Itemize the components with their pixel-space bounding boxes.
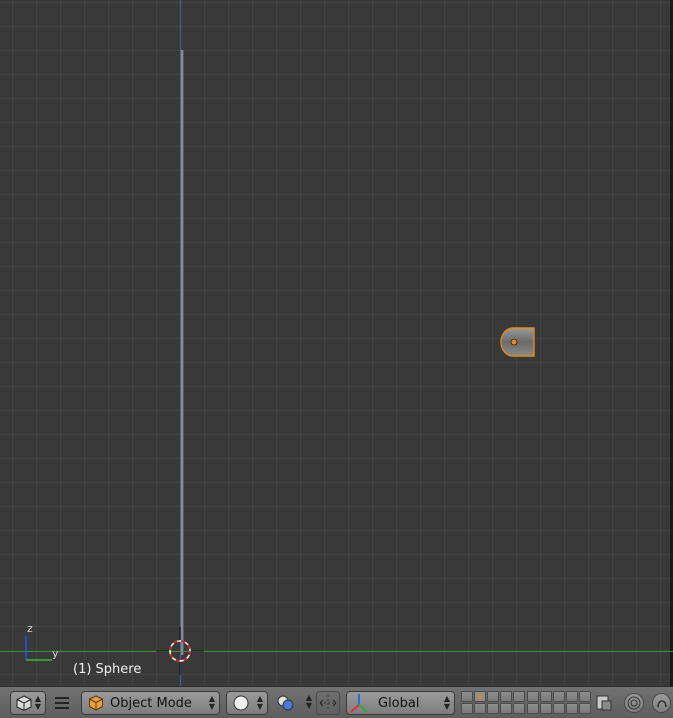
transform-orientation-dropdown[interactable]: Global ▲ ▼: [346, 691, 455, 715]
thin-plane-object[interactable]: [181, 50, 184, 655]
transform-axes-icon: [350, 694, 368, 713]
layer-button[interactable]: [553, 703, 565, 714]
layer-button[interactable]: [579, 691, 591, 702]
manipulator-icon: [319, 695, 337, 711]
pivot-point-dropdown[interactable]: ▲ ▼: [274, 691, 316, 715]
object-mode-dropdown[interactable]: Object Mode ▲ ▼: [81, 691, 220, 715]
solid-sphere-icon: [233, 695, 249, 711]
layer-button[interactable]: [540, 691, 552, 702]
layer-button[interactable]: [553, 691, 565, 702]
layer-button[interactable]: [487, 703, 499, 714]
scene-layers-group-2[interactable]: [527, 691, 591, 715]
viewport-shading-dropdown[interactable]: ▲ ▼: [226, 691, 268, 715]
dropdown-arrows-icon: ▲ ▼: [34, 694, 41, 711]
viewport-header: ▲ ▼ Object Mode ▲ ▼ ▲ ▼ ▲ ▼ Global ▲ ▼: [0, 686, 673, 718]
3d-viewport[interactable]: z y (1) Sphere: [0, 0, 673, 686]
gizmo-y-label: y: [52, 647, 59, 660]
layer-button[interactable]: [513, 703, 525, 714]
y-axis-line: [0, 651, 673, 652]
manipulator-toggle[interactable]: [316, 691, 340, 715]
render-layer-icon: [596, 695, 612, 711]
layer-button[interactable]: [579, 703, 591, 714]
layer-button[interactable]: [474, 703, 486, 714]
scene-layers-group-1[interactable]: [461, 691, 525, 715]
snap-button[interactable]: [652, 693, 671, 713]
layer-button[interactable]: [527, 703, 539, 714]
proportional-edit-button[interactable]: [624, 693, 644, 713]
layer-button-active[interactable]: [474, 691, 486, 702]
orientation-label: Global: [378, 695, 420, 711]
dropdown-arrows-icon: ▲ ▼: [208, 694, 215, 711]
3d-cursor-icon[interactable]: [156, 627, 204, 675]
pivot-point-icon: [277, 695, 294, 711]
proportional-edit-icon: [627, 696, 641, 710]
layer-button[interactable]: [527, 691, 539, 702]
layer-button[interactable]: [500, 703, 512, 714]
selected-sphere-object[interactable]: [499, 326, 537, 358]
object-info-text: (1) Sphere: [73, 662, 142, 677]
cube-icon: [16, 695, 32, 712]
layer-button[interactable]: [566, 703, 578, 714]
render-layer-button[interactable]: [594, 691, 616, 715]
object-cube-icon: [89, 695, 103, 711]
layer-button[interactable]: [540, 703, 552, 714]
layer-button[interactable]: [500, 691, 512, 702]
dropdown-arrows-icon: ▲ ▼: [443, 694, 450, 711]
mode-label: Object Mode: [110, 695, 192, 711]
dropdown-arrows-icon: ▲ ▼: [305, 693, 312, 710]
hamburger-menu-icon[interactable]: [54, 696, 70, 710]
editor-type-dropdown[interactable]: ▲ ▼: [10, 691, 46, 715]
layer-button[interactable]: [566, 691, 578, 702]
layer-button[interactable]: [513, 691, 525, 702]
snap-icon: [657, 700, 667, 708]
layer-button[interactable]: [461, 691, 473, 702]
layer-button[interactable]: [487, 691, 499, 702]
layer-button[interactable]: [461, 703, 473, 714]
dropdown-arrows-icon: ▲ ▼: [256, 694, 263, 711]
gizmo-z-label: z: [27, 622, 33, 635]
